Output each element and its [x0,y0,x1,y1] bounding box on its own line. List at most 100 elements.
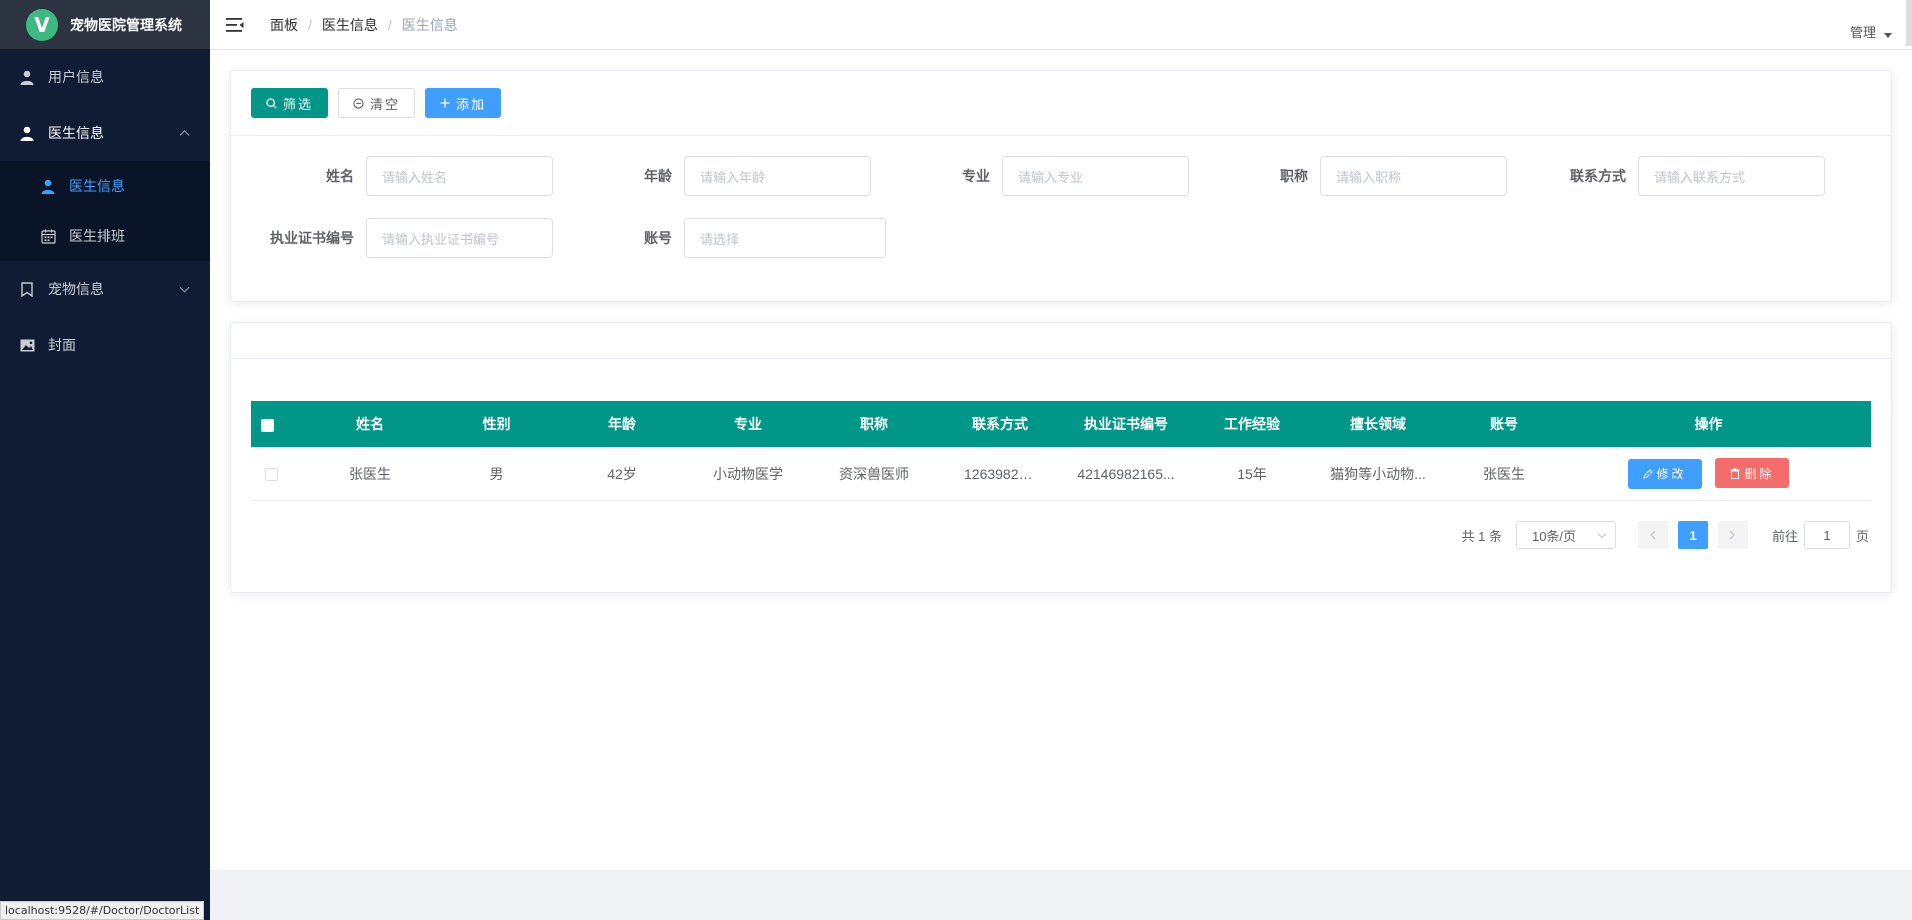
title-input[interactable]: 请输入职称 [1320,156,1507,196]
picture-icon [19,337,35,353]
menu-toggle-icon[interactable] [226,17,244,33]
column-header[interactable]: 联系方式 [958,414,1042,434]
field-label: 专业 [962,168,990,184]
name-input[interactable]: 请输入姓名 [366,156,553,196]
sidebar-item-label: 用户信息 [48,69,104,85]
column-header[interactable]: 擅长领域 [1294,414,1462,434]
breadcrumb-item-current: 医生信息 [401,16,458,33]
sidebar-item-doctor-info[interactable]: 医生信息 [0,105,210,161]
table-row[interactable]: 张医生 男 42岁 小动物医学 资深兽医师 12639827632... 421… [251,447,1871,501]
column-header[interactable]: 工作经验 [1210,414,1294,434]
delete-button[interactable]: 删除 [1715,458,1790,489]
cell-license: 42146982165... [1077,465,1175,482]
sidebar-subitem-doctor-schedule[interactable]: 医生排班 [0,211,210,261]
prev-page-button[interactable] [1637,521,1668,549]
table-card: 姓名 性别 年龄 专业 职称 联系方式 执业证书编号 工作经验 擅长领域 账号 … [230,322,1892,593]
sidebar-item-label: 医生排班 [69,228,125,244]
breadcrumb-item-doctor-info[interactable]: 医生信息 [322,15,378,35]
user-dropdown[interactable]: 管理 [1850,22,1892,41]
goto-page-input[interactable]: 1 [1803,521,1850,549]
row-checkbox[interactable] [265,468,278,482]
user-icon [19,69,35,85]
user-icon [40,178,56,194]
field-label: 职称 [1280,168,1308,184]
vue-logo-icon: V [26,8,58,41]
doctor-submenu: 医生信息 医生排班 [0,161,210,261]
plus-icon [440,98,450,108]
age-field: 年龄 请输入年龄 [574,156,892,196]
account-select[interactable]: 请选择 [684,218,886,258]
toolbar: 筛选 清空 添加 [231,71,1891,136]
cell-title: 资深兽医师 [839,465,909,482]
app-title: 宠物医院管理系统 [70,16,182,33]
sidebar-subitem-doctor-list[interactable]: 医生信息 [0,161,210,211]
page-size-select[interactable]: 10条/页 [1515,521,1616,549]
page-number-current[interactable]: 1 [1677,521,1708,549]
clear-button[interactable]: 清空 [338,88,416,118]
column-header: 操作 [1694,416,1723,432]
field-label: 账号 [644,230,672,246]
sidebar-item-user-info[interactable]: 用户信息 [0,49,210,105]
filter-button[interactable]: 筛选 [251,88,329,118]
cell-experience: 15年 [1237,465,1267,482]
cell-major: 小动物医学 [713,465,783,482]
add-button[interactable]: 添加 [425,88,502,118]
cell-contact: 12639827632... [964,465,1042,482]
row-select-cell [251,466,285,482]
column-header[interactable]: 姓名 [285,414,455,434]
select-all-checkbox[interactable] [261,418,274,432]
table-header: 姓名 性别 年龄 专业 职称 联系方式 执业证书编号 工作经验 擅长领域 账号 … [251,401,1871,447]
footer-band [210,870,1912,920]
cell-specialty: 猫狗等小动物... [1330,465,1426,482]
cell-age: 42岁 [607,465,637,482]
caret-down-icon [1884,33,1892,38]
sidebar-item-cover[interactable]: 封面 [0,317,210,373]
license-field: 执业证书编号 请输入执业证书编号 [256,218,574,258]
column-header[interactable]: 年龄 [538,414,706,434]
column-header[interactable]: 专业 [706,414,790,434]
edit-button-label: 修改 [1656,467,1687,482]
breadcrumb-separator: / [387,16,392,33]
column-header[interactable]: 执业证书编号 [1042,414,1210,434]
goto-suffix: 页 [1855,528,1869,544]
field-label: 联系方式 [1570,168,1626,184]
major-input[interactable]: 请输入专业 [1002,156,1189,196]
field-label: 姓名 [326,168,354,184]
edit-button[interactable]: 修改 [1627,458,1702,489]
user-label: 管理 [1849,25,1876,40]
contact-input[interactable]: 请输入联系方式 [1638,156,1825,196]
age-input[interactable]: 请输入年龄 [684,156,871,196]
delete-button-label: 删除 [1744,466,1775,481]
breadcrumb: 面板 / 医生信息 / 医生信息 [270,15,458,35]
scrollbar-thumb[interactable] [1906,0,1912,46]
chevron-down-icon [1597,529,1607,539]
breadcrumb-item-dashboard[interactable]: 面板 [270,15,298,35]
cell-name: 张医生 [349,465,391,482]
cell-account: 张医生 [1483,465,1525,482]
page-size-value: 10条/页 [1531,528,1577,544]
filter-button-label: 筛选 [283,96,314,112]
user-icon [19,125,35,141]
search-icon [266,97,277,109]
license-input[interactable]: 请输入执业证书编号 [366,218,553,258]
chevron-left-icon [1650,530,1656,540]
bookmark-icon [19,281,35,297]
column-header[interactable]: 账号 [1462,414,1546,434]
pagination-total: 共 1 条 [1461,528,1502,544]
search-card: 筛选 清空 添加 姓名 请输入姓名 年龄 请输入年龄 专业 请输入专业 职称 请… [230,70,1892,302]
clear-button-label: 清空 [370,96,401,112]
sidebar: V 宠物医院管理系统 用户信息 医生信息 医生信息 医生排班 宠物信息 封面 [0,0,210,920]
column-header[interactable]: 职称 [790,414,958,434]
field-label: 年龄 [644,168,672,184]
next-page-button[interactable] [1717,521,1748,549]
sidebar-item-label: 医生信息 [48,125,104,141]
chevron-up-icon [179,130,190,141]
sidebar-item-pet-info[interactable]: 宠物信息 [0,261,210,317]
name-field: 姓名 请输入姓名 [256,156,574,196]
column-header[interactable]: 性别 [455,414,538,434]
cell-actions: 修改 删除 [1546,458,1871,489]
app-logo-bar[interactable]: V 宠物医院管理系统 [0,0,210,49]
trash-icon [1730,468,1740,479]
browser-status-url: localhost:9528/#/Doctor/DoctorList [0,901,205,920]
edit-icon [1642,469,1653,479]
